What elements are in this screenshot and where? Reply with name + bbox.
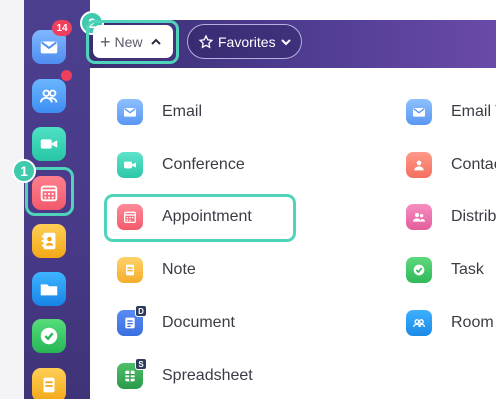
spreadsheet-type-badge: S [135,358,147,370]
video-icon [40,139,58,149]
menu-item-label: Room [451,314,494,331]
menu-item-label: Conference [162,156,245,173]
document-icon: D [117,305,147,336]
notes-icon [43,377,55,393]
menu-item-appointment[interactable]: Appointment [117,202,252,232]
calendar-icon [40,185,58,202]
task-icon [406,257,432,283]
menu-item-contact[interactable]: Contac [406,150,496,180]
menu-item-spreadsheet[interactable]: S Spreadsheet [117,358,253,391]
sidebar-app-drive[interactable] [32,272,66,306]
sidebar-app-conference[interactable] [32,127,66,161]
menu-item-document[interactable]: D Document [117,305,235,338]
chevron-down-icon [280,38,291,45]
menu-item-email-template[interactable]: Email T [406,97,496,127]
new-button-label: New [114,33,143,50]
email-template-icon [406,99,432,125]
menu-item-label: Spreadsheet [162,367,253,384]
check-icon [40,327,58,345]
mail-icon [40,41,58,54]
unread-count-badge: 14 [52,20,72,36]
sidebar-app-contacts[interactable] [32,79,66,113]
sidebar-app-tasks[interactable] [32,319,66,353]
step-1-marker: 1 [12,159,36,183]
menu-item-label: Note [162,261,196,278]
star-icon [198,33,214,48]
notification-dot [60,69,73,82]
email-icon [117,99,143,125]
menu-item-label: Document [162,314,235,331]
room-icon [406,310,432,336]
menu-item-label: Contac [451,156,496,173]
menu-item-label: Appointment [162,208,252,225]
calendar-icon [117,204,143,230]
video-icon [117,152,143,178]
new-button[interactable]: + New [93,25,173,58]
menu-item-note[interactable]: Note [117,255,196,285]
contact-icon [406,152,432,178]
menu-item-distribution-list[interactable]: Distrib [406,202,496,232]
menu-item-label: Email [162,103,203,120]
menu-item-task[interactable]: Task [406,255,484,285]
sidebar-app-notes[interactable] [32,368,66,399]
note-icon [117,257,143,283]
plus-icon: + [100,31,111,52]
folder-icon [40,284,58,296]
distribution-list-icon [406,204,432,230]
menu-item-conference[interactable]: Conference [117,150,245,180]
menu-item-room[interactable]: Room [406,308,494,338]
chevron-up-icon [150,38,161,45]
favorites-button[interactable]: Favorites [187,24,302,59]
sidebar-app-address-book[interactable] [32,224,66,258]
contacts-icon [39,89,58,103]
address-book-icon [41,232,56,250]
sidebar-app-calendar[interactable] [32,176,66,210]
menu-item-label: Task [451,261,484,278]
menu-item-label: Email T [451,103,496,120]
favorites-label: Favorites [218,33,276,50]
spreadsheet-icon: S [117,358,147,389]
menu-item-label: Distrib [451,208,496,225]
menu-item-email[interactable]: Email [117,97,202,127]
document-type-badge: D [135,305,147,317]
left-margin [0,0,24,399]
